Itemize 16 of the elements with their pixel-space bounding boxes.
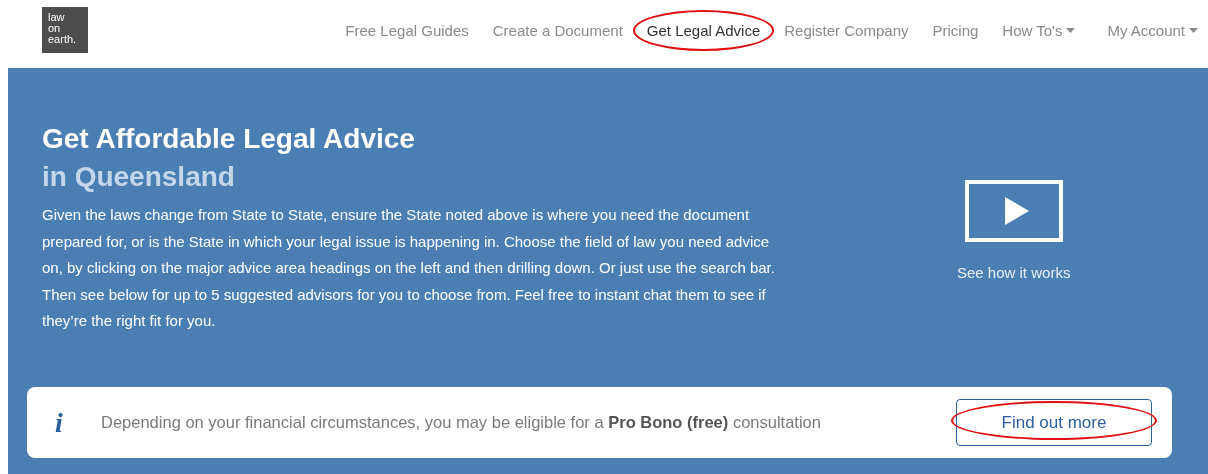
info-icon: i <box>55 406 85 439</box>
info-message: Depending on your financial circumstances, you may be eligible for a Pro Bono (free) consultation <box>101 413 821 432</box>
hero-description: Given the laws change from State to State, ensure the State noted above is where you need the document prepared for, or is the State in which your legal issue is happening in. Choose the field of law you need advice on, by clicking on the major advice area headings on the left and then drilling down. Or just use the search bar. Then see below for up to 5 suggested advisors for you to choose from. Feel free to instant chat them to see if they’re the right fit for you. <box>42 205 776 331</box>
find-out-more-button[interactable]: Find out more <box>956 399 1152 446</box>
nav-link[interactable]: Create a Document <box>480 21 635 39</box>
nav-link[interactable]: How To's <box>990 21 1088 39</box>
nav-link[interactable]: Get Legal Advice <box>634 21 773 39</box>
hero-title: Get Affordable Legal Advice <box>42 122 416 156</box>
hero-subtitle: in Queensland <box>42 160 236 194</box>
nav-link[interactable]: Free Legal Guides <box>333 21 481 39</box>
nav-link[interactable]: Pricing <box>920 21 991 39</box>
video-link[interactable]: See how it works <box>957 264 1071 281</box>
nav-link[interactable]: My Account <box>1095 21 1208 39</box>
video-play-icon[interactable] <box>964 180 1063 242</box>
logo[interactable]: law on earth. <box>42 7 88 53</box>
nav-link[interactable]: Register Company <box>772 21 921 39</box>
